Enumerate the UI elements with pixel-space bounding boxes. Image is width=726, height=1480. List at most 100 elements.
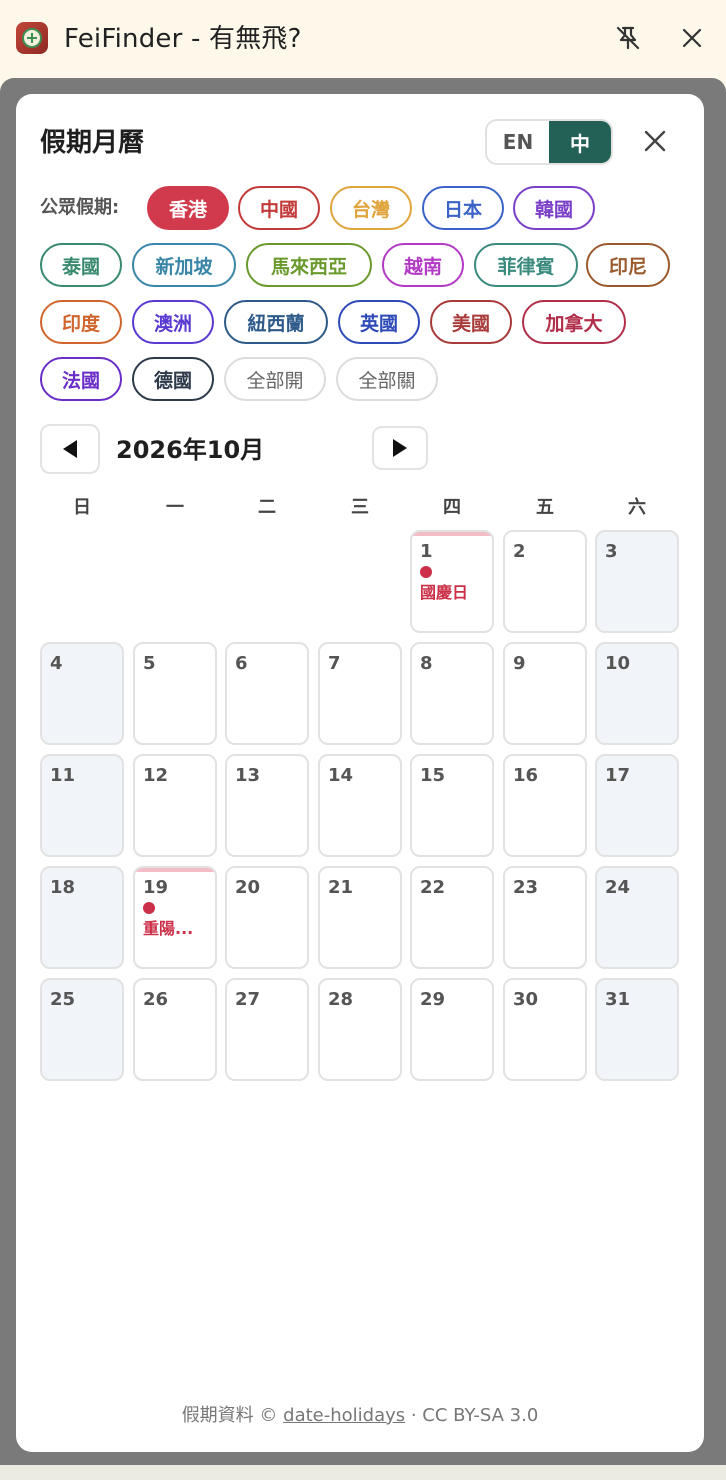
chip-de[interactable]: 德國	[132, 357, 214, 401]
day-number: 3	[605, 541, 618, 562]
day-number: 22	[420, 877, 446, 898]
weekday-label: 五	[536, 497, 554, 518]
chip-tw[interactable]: 台灣	[330, 186, 412, 230]
day-cell[interactable]: 4	[40, 642, 124, 745]
chip-in[interactable]: 印度	[40, 300, 122, 344]
day-cell[interactable]: 12	[133, 754, 217, 857]
lang-zh-button[interactable]: 中	[549, 121, 611, 163]
day-cell[interactable]: 17	[595, 754, 679, 857]
day-number: 18	[50, 877, 76, 898]
chip-vn[interactable]: 越南	[382, 243, 464, 287]
chip-uk[interactable]: 英國	[338, 300, 420, 344]
day-number: 25	[50, 989, 76, 1010]
chip-jp[interactable]: 日本	[422, 186, 504, 230]
chip-th[interactable]: 泰國	[40, 243, 122, 287]
day-cell[interactable]: 2	[503, 530, 587, 633]
day-cell[interactable]: 7	[318, 642, 402, 745]
day-cell[interactable]: 15	[410, 754, 494, 857]
day-number: 16	[513, 765, 539, 786]
title-bar: FeiFinder - 有無飛?	[0, 0, 726, 78]
day-number: 27	[235, 989, 261, 1010]
holiday-dot-icon	[143, 902, 155, 914]
day-cell[interactable]: 11	[40, 754, 124, 857]
close-icon	[644, 130, 666, 152]
unpin-icon	[616, 26, 640, 50]
day-number: 14	[328, 765, 354, 786]
weekday-label: 三	[351, 497, 369, 518]
day-number: 10	[605, 653, 631, 674]
day-cell[interactable]: 1 國慶日	[410, 530, 494, 633]
chip-cn[interactable]: 中國	[238, 186, 320, 230]
day-cell[interactable]: 9	[503, 642, 587, 745]
day-cell[interactable]: 8	[410, 642, 494, 745]
day-cell[interactable]: 23	[503, 866, 587, 969]
day-number: 17	[605, 765, 631, 786]
chip-id[interactable]: 印尼	[586, 243, 670, 287]
day-cell[interactable]: 13	[225, 754, 309, 857]
chip-kr[interactable]: 韓國	[513, 186, 595, 230]
close-icon	[682, 28, 702, 48]
day-cell[interactable]: 25	[40, 978, 124, 1081]
language-toggle: EN 中	[485, 119, 613, 165]
day-cell[interactable]: 14	[318, 754, 402, 857]
day-cell[interactable]: 16	[503, 754, 587, 857]
unpin-button[interactable]	[610, 20, 646, 56]
day-cell[interactable]: 18	[40, 866, 124, 969]
window-title: FeiFinder - 有無飛?	[64, 24, 302, 54]
weekday-label: 日	[73, 497, 91, 518]
day-cell[interactable]: 27	[225, 978, 309, 1081]
day-number: 28	[328, 989, 354, 1010]
chip-us[interactable]: 美國	[430, 300, 512, 344]
panel-close-button[interactable]	[636, 122, 674, 160]
chip-fr[interactable]: 法國	[40, 357, 122, 401]
day-cell[interactable]: 6	[225, 642, 309, 745]
day-cell[interactable]: 26	[133, 978, 217, 1081]
weekday-label: 二	[258, 497, 276, 518]
chip-ca[interactable]: 加拿大	[522, 300, 626, 344]
chip-nz[interactable]: 紐西蘭	[224, 300, 328, 344]
day-number: 5	[143, 653, 156, 674]
day-cell[interactable]: 30	[503, 978, 587, 1081]
day-cell[interactable]: 19 重陽...	[133, 866, 217, 969]
window-close-button[interactable]	[674, 20, 710, 56]
month-label: 2026年10月	[116, 436, 265, 464]
chip-ph[interactable]: 菲律賓	[474, 243, 578, 287]
prev-month-button[interactable]	[40, 424, 100, 474]
all-off-button[interactable]: 全部關	[336, 357, 438, 401]
panel-title: 假期月曆	[40, 128, 145, 158]
triangle-left-icon	[63, 440, 77, 458]
chip-my[interactable]: 馬來西亞	[246, 243, 372, 287]
day-number: 11	[50, 765, 76, 786]
next-month-button[interactable]	[372, 426, 428, 470]
triangle-right-icon	[393, 439, 407, 457]
day-number: 19	[143, 877, 169, 898]
day-number: 20	[235, 877, 261, 898]
date-holidays-link[interactable]: date-holidays	[283, 1405, 405, 1426]
day-number: 23	[513, 877, 539, 898]
day-number: 15	[420, 765, 446, 786]
day-cell[interactable]: 22	[410, 866, 494, 969]
chip-hk[interactable]: 香港	[147, 186, 229, 230]
day-cell[interactable]: 21	[318, 866, 402, 969]
day-cell[interactable]: 29	[410, 978, 494, 1081]
day-cell[interactable]: 10	[595, 642, 679, 745]
holiday-name: 國慶日	[420, 583, 469, 602]
day-cell[interactable]: 20	[225, 866, 309, 969]
day-number: 4	[50, 653, 63, 674]
all-on-button[interactable]: 全部開	[224, 357, 326, 401]
day-number: 30	[513, 989, 539, 1010]
weekday-label: 一	[166, 497, 184, 518]
day-cell[interactable]: 24	[595, 866, 679, 969]
lang-en-button[interactable]: EN	[487, 121, 549, 163]
chip-sg[interactable]: 新加坡	[132, 243, 236, 287]
day-number: 12	[143, 765, 169, 786]
day-cell[interactable]: 3	[595, 530, 679, 633]
day-cell[interactable]: 5	[133, 642, 217, 745]
day-number: 26	[143, 989, 169, 1010]
day-cell[interactable]: 28	[318, 978, 402, 1081]
day-cell[interactable]: 31	[595, 978, 679, 1081]
chip-au[interactable]: 澳洲	[132, 300, 214, 344]
holiday-dot-icon	[420, 566, 432, 578]
day-number: 7	[328, 653, 341, 674]
footer-suffix: · CC BY-SA 3.0	[405, 1405, 539, 1426]
